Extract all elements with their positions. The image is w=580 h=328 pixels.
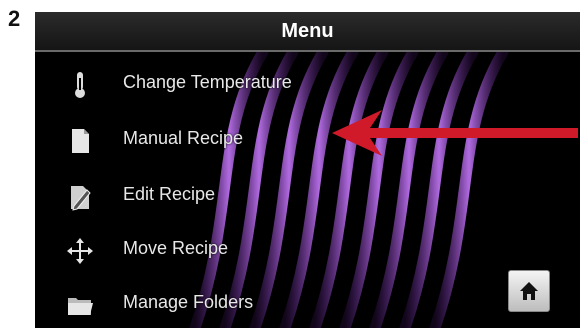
- document-icon: [72, 129, 89, 153]
- menu-item-label: Manage Folders: [123, 292, 254, 312]
- move-arrows-icon: [67, 238, 93, 264]
- home-icon: [520, 282, 538, 300]
- folder-icon: [68, 298, 93, 315]
- menu-item-edit-recipe[interactable]: Edit Recipe: [35, 170, 580, 222]
- menu-titlebar: Menu: [35, 12, 580, 52]
- menu-item-label: Move Recipe: [123, 238, 229, 258]
- thermometer-icon: [75, 72, 85, 98]
- edit-icon: [71, 186, 91, 211]
- menu-item-change-temperature[interactable]: Change Temperature: [35, 58, 580, 110]
- menu-item-label: Edit Recipe: [123, 184, 216, 204]
- step-number: 2: [8, 6, 21, 31]
- home-button[interactable]: [508, 270, 550, 312]
- callout-arrow: [332, 110, 578, 156]
- menu-title: Menu: [281, 20, 334, 42]
- menu-item-label: Manual Recipe: [123, 128, 244, 148]
- menu-item-label: Change Temperature: [123, 72, 292, 92]
- menu-item-manage-folders[interactable]: Manage Folders: [35, 278, 580, 328]
- menu-item-move-recipe[interactable]: Move Recipe: [35, 224, 580, 276]
- device-screen: Menu Change Temperature Manual Recipe Ed…: [35, 12, 580, 328]
